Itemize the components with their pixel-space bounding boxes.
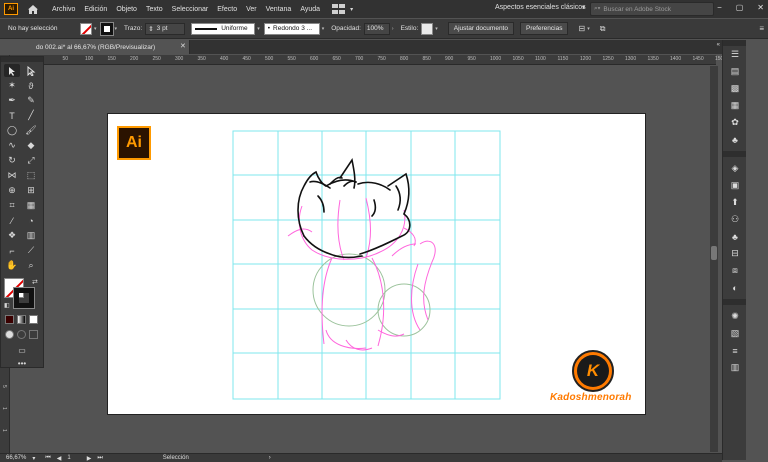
panel-dock: ☰ ▤ ▩ ▦ ✿ ♣ ◈ ▣ ⬆ ⚇ ♣ ⊟ ⧈ ◐ ✺ ▧ ≡ ▥ xyxy=(722,40,746,460)
free-transform-tool-icon[interactable]: ⬚ xyxy=(23,169,39,182)
gradient-panel-icon[interactable]: ▥ xyxy=(723,359,747,376)
grid-guides xyxy=(232,130,501,400)
fill-stroke-widget: ⇄ ◧ xyxy=(4,278,42,312)
asset-export-icon[interactable]: ⬆ xyxy=(723,194,747,211)
gradient-tool-icon[interactable]: ▦ xyxy=(23,199,39,212)
none-mode-icon[interactable] xyxy=(29,315,38,324)
next-artboard-icon[interactable]: ▶ xyxy=(87,455,92,462)
magic-wand-tool-icon[interactable]: ✶ xyxy=(4,79,20,92)
watermark-letter: K xyxy=(577,355,609,387)
first-artboard-icon[interactable]: ⏮ xyxy=(45,455,50,462)
lasso-tool-icon[interactable]: ϑ xyxy=(23,79,39,92)
curvature-tool-icon[interactable]: ✎ xyxy=(23,94,39,107)
prev-artboard-icon[interactable]: ◀ xyxy=(57,455,62,462)
brushes-icon[interactable]: ✿ xyxy=(723,114,747,131)
draw-inside-icon[interactable] xyxy=(29,330,38,339)
gradient-mode-icon[interactable] xyxy=(17,315,26,324)
libraries-icon[interactable]: ▤ xyxy=(723,63,747,80)
color-mode-row xyxy=(1,312,43,327)
width-tool-icon[interactable]: ⋈ xyxy=(4,169,20,182)
pink-sketch xyxy=(287,197,436,351)
status-bar: 66,67% ▾ ⏮ ◀ 1 ▶ ⏭ Selección › xyxy=(0,453,722,462)
color-guide-icon[interactable]: ▩ xyxy=(723,80,747,97)
line-segment-tool-icon[interactable]: ╱ xyxy=(23,109,39,122)
swatches-icon[interactable]: ▦ xyxy=(723,97,747,114)
type-tool-icon[interactable]: T xyxy=(4,109,20,122)
scroll-thumb[interactable] xyxy=(711,246,717,260)
hand-tool-icon[interactable]: ✋ xyxy=(4,259,20,272)
paintbrush-tool-icon[interactable]: 🖌 xyxy=(23,124,39,137)
links-icon[interactable]: ⚇ xyxy=(723,211,747,228)
more-tools-icon[interactable]: ••• xyxy=(1,359,43,368)
selection-tool-icon[interactable] xyxy=(4,64,20,77)
pathfinder-icon[interactable]: ⧈ xyxy=(723,262,747,279)
blend-tool-icon[interactable]: ◔ xyxy=(23,214,39,227)
column-graph-tool-icon[interactable]: ▥ xyxy=(23,229,39,242)
direct-selection-tool-icon[interactable] xyxy=(23,64,39,77)
properties-icon[interactable]: ☰ xyxy=(723,46,747,63)
vertical-scrollbar[interactable] xyxy=(710,66,718,452)
chevron-right-icon[interactable]: › xyxy=(269,455,271,461)
artboards-icon[interactable]: ▣ xyxy=(723,177,747,194)
artwork-layer[interactable] xyxy=(0,0,768,462)
slice-tool-icon[interactable]: ⟋ xyxy=(23,244,39,257)
dock-divider xyxy=(723,151,746,157)
symbol-sprayer-tool-icon[interactable]: ❖ xyxy=(4,229,20,242)
symbols-icon[interactable]: ♣ xyxy=(723,131,747,148)
stroke-panel-icon[interactable]: ≡ xyxy=(723,342,747,359)
eyedropper-tool-icon[interactable]: ⁄ xyxy=(4,214,20,227)
zoom-tool-icon[interactable]: ⌕ xyxy=(23,259,39,272)
artboard-number-field[interactable]: 1 xyxy=(67,455,70,461)
dock-divider xyxy=(723,299,746,305)
symbols-panel-icon[interactable]: ♣ xyxy=(723,228,747,245)
status-tool[interactable]: Selección xyxy=(163,455,189,461)
illustrator-window: Ai Archivo Edición Objeto Texto Seleccio… xyxy=(0,0,768,462)
watermark-text: Kadoshmenorah xyxy=(550,392,632,403)
draw-normal-icon[interactable] xyxy=(5,330,14,339)
graphic-styles-icon[interactable]: ▧ xyxy=(723,325,747,342)
eraser-tool-icon[interactable]: ◆ xyxy=(23,139,39,152)
rotate-tool-icon[interactable]: ↻ xyxy=(4,154,20,167)
ellipse-tool-icon[interactable]: ◯ xyxy=(4,124,20,137)
shaper-tool-icon[interactable]: ∿ xyxy=(4,139,20,152)
chevron-down-icon[interactable]: ▾ xyxy=(32,455,35,462)
appearance-icon[interactable]: ✺ xyxy=(723,308,747,325)
transparency-icon[interactable]: ◐ xyxy=(723,279,747,296)
color-mode-icon[interactable] xyxy=(5,315,14,324)
tools-panel: ✶ ϑ ✒ ✎ T ╱ ◯ 🖌 ∿ ◆ ↻ ⤢ ⋈ ⬚ ⊕ ⊞ ⌗ ▦ ⁄ ◔ … xyxy=(0,56,44,368)
draw-mode-row xyxy=(1,327,43,342)
pen-tool-icon[interactable]: ✒ xyxy=(4,94,20,107)
screen-mode-icon[interactable]: ▭ xyxy=(1,346,43,355)
perspective-grid-tool-icon[interactable]: ⊞ xyxy=(23,184,39,197)
construction-circles xyxy=(312,253,431,337)
scale-tool-icon[interactable]: ⤢ xyxy=(23,154,39,167)
mesh-tool-icon[interactable]: ⌗ xyxy=(4,199,20,212)
last-artboard-icon[interactable]: ⏭ xyxy=(97,455,102,462)
layers-icon[interactable]: ◈ xyxy=(723,160,747,177)
swap-icon[interactable]: ⇄ xyxy=(32,278,38,286)
draw-behind-icon[interactable] xyxy=(17,330,26,339)
artboard-tool-icon[interactable]: ⌐ xyxy=(4,244,20,257)
watermark-logo: K xyxy=(572,350,614,392)
shape-builder-tool-icon[interactable]: ⊕ xyxy=(4,184,20,197)
zoom-field[interactable]: 66,67% xyxy=(6,455,26,461)
stroke-color-icon[interactable] xyxy=(13,287,35,309)
align-panel-icon[interactable]: ⊟ xyxy=(723,245,747,262)
default-colors-icon[interactable]: ◧ xyxy=(4,302,10,309)
